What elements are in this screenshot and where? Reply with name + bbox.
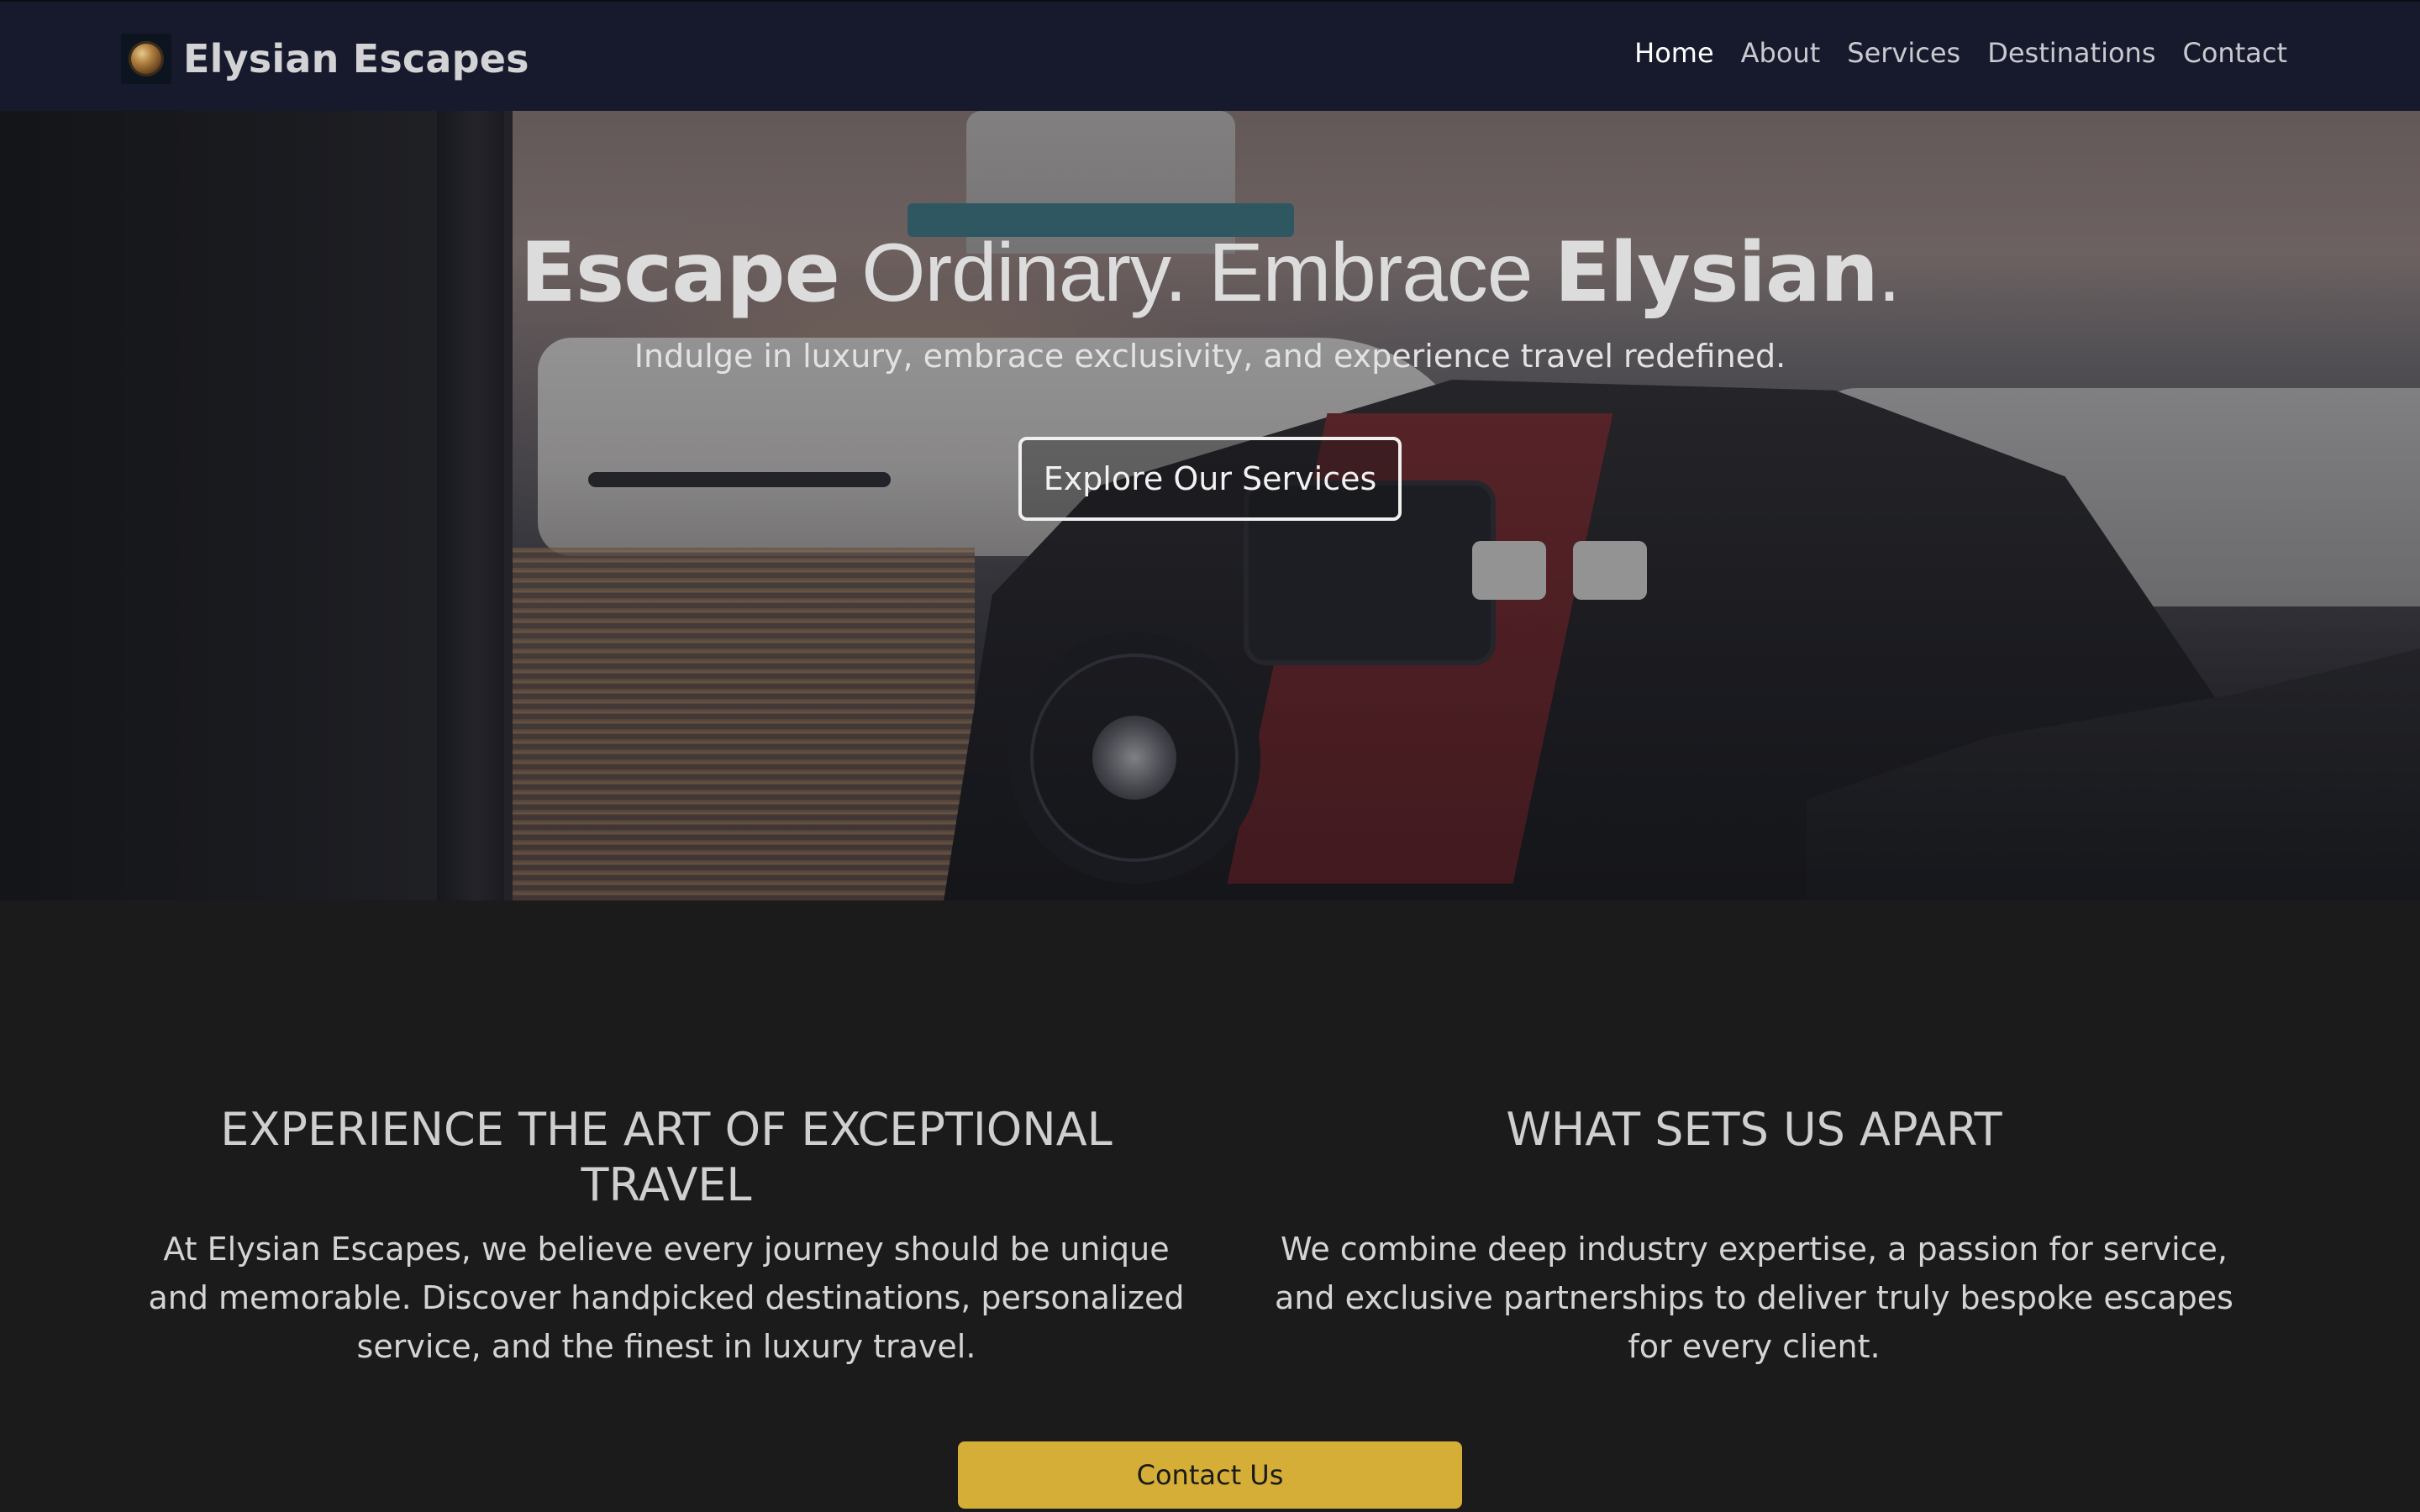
explore-services-button[interactable]: Explore Our Services — [1018, 437, 1402, 521]
experience-heading: EXPERIENCE THE ART OF EXCEPTIONAL TRAVEL — [220, 1103, 1113, 1211]
brand-name[interactable]: Elysian Escapes — [183, 36, 529, 81]
nav-link-contact[interactable]: Contact — [2183, 37, 2288, 69]
hero-content: Escape Ordinary. Embrace Elysian. Indulg… — [0, 111, 2420, 900]
globe-logo-icon — [121, 34, 171, 84]
hero-subtitle: Indulge in luxury, embrace exclusivity, … — [634, 338, 1786, 375]
hero-section: Escape Ordinary. Embrace Elysian. Indulg… — [0, 111, 2420, 900]
brand[interactable]: Elysian Escapes — [121, 34, 529, 84]
nav-link-services[interactable]: Services — [1847, 37, 1960, 69]
navbar: Elysian Escapes Home About Services Dest… — [0, 0, 2420, 111]
apart-column: WHAT SETS US APART We combine deep indus… — [1260, 1102, 2248, 1371]
nav-links: Home About Services Destinations Contact — [1607, 37, 2287, 69]
hero-title-period: . — [1877, 226, 1901, 318]
hero-title: Escape Ordinary. Embrace Elysian. — [0, 225, 2420, 321]
hero-title-elysian: Elysian — [1554, 225, 1879, 321]
hero-title-escape: Escape — [519, 225, 840, 321]
apart-heading: WHAT SETS US APART — [1506, 1103, 2002, 1156]
apart-text: We combine deep industry expertise, a pa… — [1275, 1231, 2233, 1365]
contact-us-button[interactable]: Contact Us — [958, 1441, 1462, 1509]
features-section: EXPERIENCE THE ART OF EXCEPTIONAL TRAVEL… — [0, 900, 2420, 1512]
nav-link-destinations[interactable]: Destinations — [1987, 37, 2155, 69]
nav-link-about[interactable]: About — [1741, 37, 1821, 69]
experience-text: At Elysian Escapes, we believe every jou… — [148, 1231, 1185, 1365]
nav-link-home[interactable]: Home — [1634, 37, 1714, 69]
hero-title-middle: Ordinary. Embrace — [839, 226, 1555, 318]
globe-logo-image — [129, 41, 164, 76]
experience-column: EXPERIENCE THE ART OF EXCEPTIONAL TRAVEL… — [141, 1102, 1192, 1371]
